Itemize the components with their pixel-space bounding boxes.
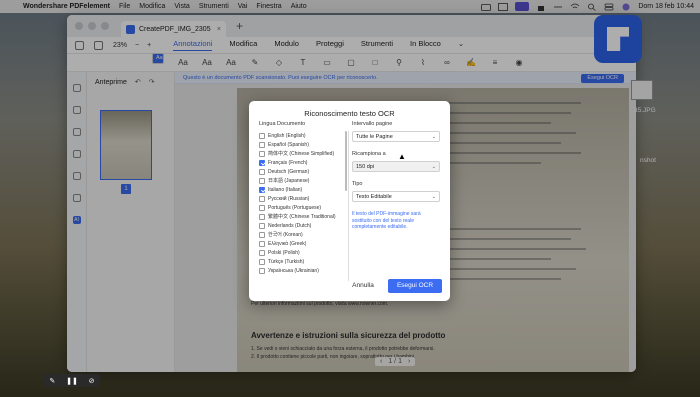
language-checkbox[interactable]: [259, 186, 265, 193]
language-checkbox[interactable]: [259, 267, 265, 274]
resample-select[interactable]: 150 dpi ⌄: [352, 161, 440, 172]
language-option[interactable]: 简体中文 (Chinese Simplified): [259, 149, 348, 158]
language-label: Français (French): [268, 159, 308, 166]
ocr-note: Il testo del PDF-immagine sarà sostituit…: [352, 211, 421, 230]
recording-controls: ✎ ❚❚ ⊘: [44, 374, 100, 387]
language-label: Português (Portuguese): [268, 204, 322, 211]
language-checkbox[interactable]: [259, 177, 265, 184]
output-type-value: Testo Editabile: [356, 193, 392, 200]
type-label: Tipo: [352, 181, 363, 187]
language-column: Lingua Documento English (English) Españo…: [259, 121, 349, 281]
mouse-cursor-icon: ▲: [398, 152, 406, 161]
language-label: Italiano (Italian): [268, 186, 303, 193]
language-label: Deutsch (German): [268, 168, 310, 175]
chevron-down-icon: ⌄: [431, 133, 436, 140]
resample-value: 150 dpi: [356, 163, 375, 170]
language-option[interactable]: Українська (Ukrainian): [259, 266, 348, 275]
language-option[interactable]: Español (Spanish): [259, 140, 348, 149]
language-label: English (English): [268, 132, 306, 139]
language-checkbox[interactable]: [259, 150, 265, 157]
output-type-select[interactable]: Testo Editabile ⌄: [352, 191, 440, 202]
language-option[interactable]: Polski (Polish): [259, 248, 348, 257]
language-checkbox[interactable]: [259, 168, 265, 175]
language-label: 한국어 (Korean): [268, 232, 303, 238]
language-checkbox[interactable]: [259, 204, 265, 211]
language-option[interactable]: Ελληνικά (Greek): [259, 239, 348, 248]
language-checkbox[interactable]: [259, 258, 265, 265]
ocr-dialog: Riconoscimento testo OCR Lingua Document…: [249, 101, 450, 301]
language-option[interactable]: Nederlands (Dutch): [259, 221, 348, 230]
language-label: Русский (Russian): [268, 195, 310, 202]
edit-recording-icon[interactable]: ✎: [49, 377, 55, 385]
dialog-title: Riconoscimento testo OCR: [304, 109, 395, 118]
language-checkbox[interactable]: [259, 132, 265, 139]
language-option[interactable]: Italiano (Italian): [259, 185, 348, 194]
language-option[interactable]: Français (French): [259, 158, 348, 167]
language-checkbox[interactable]: [259, 240, 265, 247]
language-checkbox[interactable]: [259, 231, 265, 238]
language-option[interactable]: 한국어 (Korean): [259, 230, 348, 239]
language-checkbox[interactable]: [259, 222, 265, 229]
page-range-value: Tutte le Pagine: [356, 133, 393, 140]
language-option[interactable]: 日本語 (Japanese): [259, 176, 348, 185]
language-option[interactable]: Русский (Russian): [259, 194, 348, 203]
chevron-down-icon: ⌄: [431, 163, 436, 170]
language-list[interactable]: English (English) Español (Spanish) 简体中文 (…: [259, 131, 349, 281]
language-option[interactable]: 繁體中文 (Chinese Traditional): [259, 212, 348, 221]
language-checkbox[interactable]: [259, 141, 265, 148]
language-scrollbar[interactable]: [345, 131, 347, 191]
language-checkbox[interactable]: [259, 213, 265, 220]
language-option[interactable]: Türkçe (Turkish): [259, 257, 348, 266]
options-column: Intervallo pagine Tutte le Pagine ⌄ Rica…: [352, 121, 442, 231]
stop-recording-icon[interactable]: ⊘: [89, 377, 95, 385]
language-label: Polski (Polish): [268, 249, 300, 256]
language-label: Nederlands (Dutch): [268, 222, 312, 229]
language-option[interactable]: English (English): [259, 131, 348, 140]
range-label: Intervallo pagine: [352, 121, 393, 127]
language-checkbox[interactable]: [259, 159, 265, 166]
language-checkbox[interactable]: [259, 195, 265, 202]
language-label: 繁體中文 (Chinese Traditional): [268, 214, 336, 220]
chevron-down-icon: ⌄: [431, 193, 436, 200]
language-label: Ελληνικά (Greek): [268, 240, 307, 247]
cancel-button[interactable]: Annulla: [343, 280, 383, 292]
language-option[interactable]: Deutsch (German): [259, 167, 348, 176]
page-range-select[interactable]: Tutte le Pagine ⌄: [352, 131, 440, 142]
resample-label: Ricampiona a: [352, 151, 386, 157]
language-label: Español (Spanish): [268, 141, 309, 148]
run-ocr-button[interactable]: Esegui OCR: [388, 279, 442, 293]
language-checkbox[interactable]: [259, 249, 265, 256]
languages-label: Lingua Documento: [259, 121, 306, 127]
pause-icon[interactable]: ❚❚: [66, 377, 78, 385]
language-label: Українська (Ukrainian): [268, 267, 319, 274]
language-label: 简体中文 (Chinese Simplified): [268, 151, 335, 157]
language-label: Türkçe (Turkish): [268, 258, 305, 265]
language-label: 日本語 (Japanese): [268, 178, 310, 184]
language-option[interactable]: Português (Portuguese): [259, 203, 348, 212]
